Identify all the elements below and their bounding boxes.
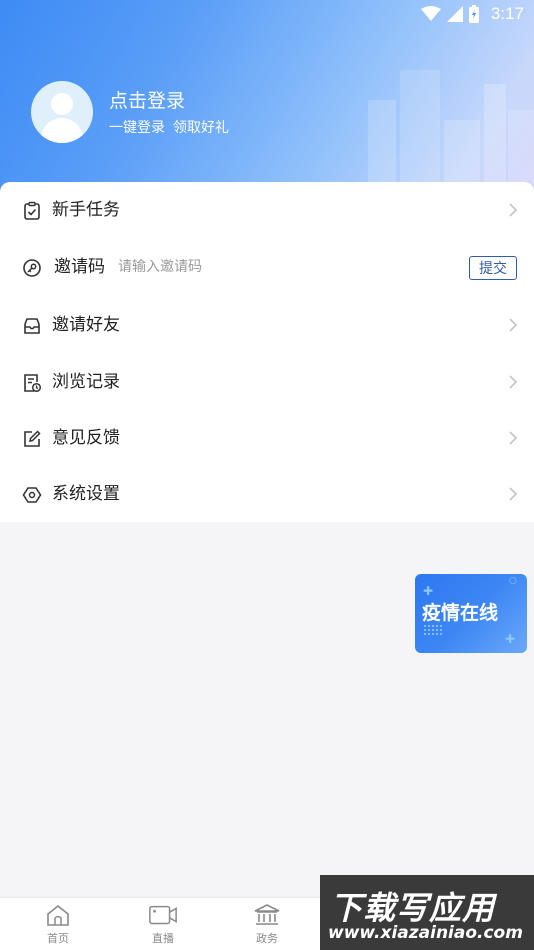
- circle-decoration: ○: [509, 576, 517, 586]
- menu-item-invite-friends[interactable]: 邀请好友: [0, 297, 534, 353]
- wifi-icon: [420, 6, 441, 21]
- login-subtitle: 一键登录 领取好礼: [109, 117, 229, 137]
- menu-item-label: 邀请码: [54, 257, 105, 277]
- covid-banner-text: 疫情在线: [422, 602, 499, 624]
- nav-item-live[interactable]: 直播: [128, 902, 198, 948]
- government-icon: [254, 904, 280, 925]
- covid-banner[interactable]: ✚ ✚ ○ 疫情在线: [415, 574, 527, 653]
- avatar[interactable]: [31, 81, 93, 143]
- nav-label: 直播: [152, 932, 174, 945]
- menu-item-tasks[interactable]: 新手任务: [0, 182, 534, 238]
- nav-item-government[interactable]: 政务: [232, 902, 302, 948]
- plus-decoration: ✚: [423, 584, 434, 598]
- nav-item-home[interactable]: 首页: [23, 902, 93, 948]
- watermark: 下载写应用 www.xiazainiao.com: [320, 875, 534, 950]
- video-icon: [149, 905, 177, 925]
- menu-item-label: 系统设置: [52, 484, 120, 504]
- dots-decoration: [423, 624, 443, 636]
- chevron-right-icon: [509, 487, 518, 501]
- envelope-icon: [24, 318, 40, 334]
- menu-item-invite-code: 邀请码: [0, 239, 534, 295]
- menu-item-feedback[interactable]: 意见反馈: [0, 410, 534, 466]
- chevron-right-icon: [509, 203, 518, 217]
- signal-icon: [446, 6, 463, 22]
- watermark-url: www.xiazainiao.com: [328, 923, 523, 943]
- menu-item-label: 新手任务: [52, 200, 120, 220]
- key-icon: [23, 259, 41, 277]
- plus-decoration: ✚: [505, 632, 516, 646]
- history-icon: [24, 374, 42, 393]
- battery-icon: [468, 5, 479, 23]
- nav-label: 政务: [256, 932, 278, 945]
- home-icon: [47, 904, 69, 926]
- nav-label: 首页: [47, 932, 69, 945]
- login-title[interactable]: 点击登录: [109, 86, 185, 113]
- gift-text: 领取好礼: [173, 120, 229, 136]
- submit-button[interactable]: 提交: [469, 256, 517, 280]
- menu-item-history[interactable]: 浏览记录: [0, 354, 534, 410]
- menu-item-label: 意见反馈: [52, 428, 120, 448]
- chevron-right-icon: [509, 375, 518, 389]
- edit-icon: [24, 430, 41, 447]
- settings-icon: [22, 487, 42, 503]
- avatar-head: [51, 93, 73, 115]
- menu-item-settings[interactable]: 系统设置: [0, 466, 534, 522]
- invite-code-input[interactable]: [118, 256, 418, 278]
- clipboard-check-icon: [24, 201, 40, 220]
- avatar-body: [41, 118, 83, 143]
- chevron-right-icon: [509, 318, 518, 332]
- menu-item-label: 邀请好友: [52, 315, 120, 335]
- status-time: 3:17: [490, 4, 524, 23]
- chevron-right-icon: [509, 431, 518, 445]
- status-bar: 3:17: [420, 4, 524, 24]
- menu-list: 新手任务 邀请码 提交 邀请好友 浏览记录 意见反馈 系统设置: [0, 182, 534, 522]
- one-click-login-text: 一键登录: [109, 120, 165, 136]
- menu-item-label: 浏览记录: [52, 372, 120, 392]
